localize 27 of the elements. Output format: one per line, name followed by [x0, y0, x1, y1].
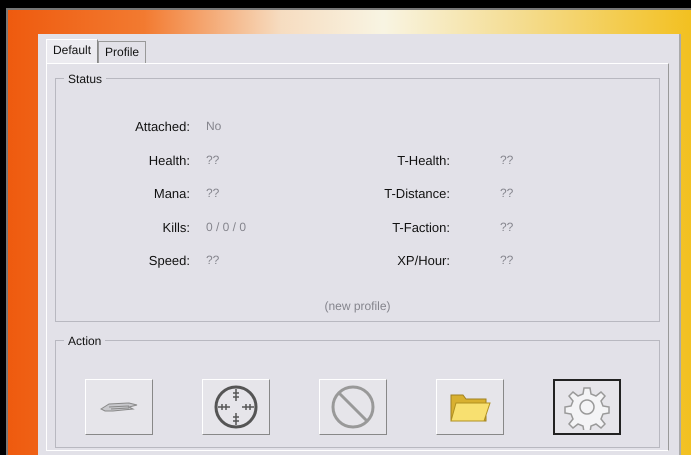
tab[interactable]: Default	[46, 39, 98, 63]
field-value: No	[206, 119, 222, 133]
field-value: ??	[500, 220, 514, 234]
field-value: ??	[206, 253, 220, 267]
field-label: T-Distance:	[384, 186, 450, 201]
field-value: ??	[500, 152, 514, 166]
field-value: ??	[206, 152, 220, 166]
crosshair-button[interactable]	[202, 379, 270, 435]
no-entry-button[interactable]	[319, 379, 387, 435]
gear-button[interactable]	[553, 379, 621, 435]
crosshair-icon	[213, 384, 259, 430]
field-label: XP/Hour:	[397, 253, 450, 268]
no-entry-icon	[330, 384, 376, 430]
field-value: ??	[500, 186, 514, 200]
field-label: T-Faction:	[392, 220, 450, 234]
field-label: Attached:	[135, 119, 190, 134]
field-value: ??	[206, 186, 220, 200]
folder-button[interactable]	[436, 379, 504, 435]
field-label: Mana:	[154, 186, 190, 201]
field-label: Health:	[148, 152, 190, 168]
field-label: T-Health:	[397, 152, 450, 168]
tab[interactable]: Profile	[98, 41, 146, 63]
field-label: Speed:	[148, 253, 190, 268]
field-label: Kills:	[162, 220, 190, 234]
field-value: 0 / 0 / 0	[206, 220, 246, 234]
profile-name: (new profile)	[323, 298, 392, 314]
field-value: ??	[500, 253, 514, 267]
